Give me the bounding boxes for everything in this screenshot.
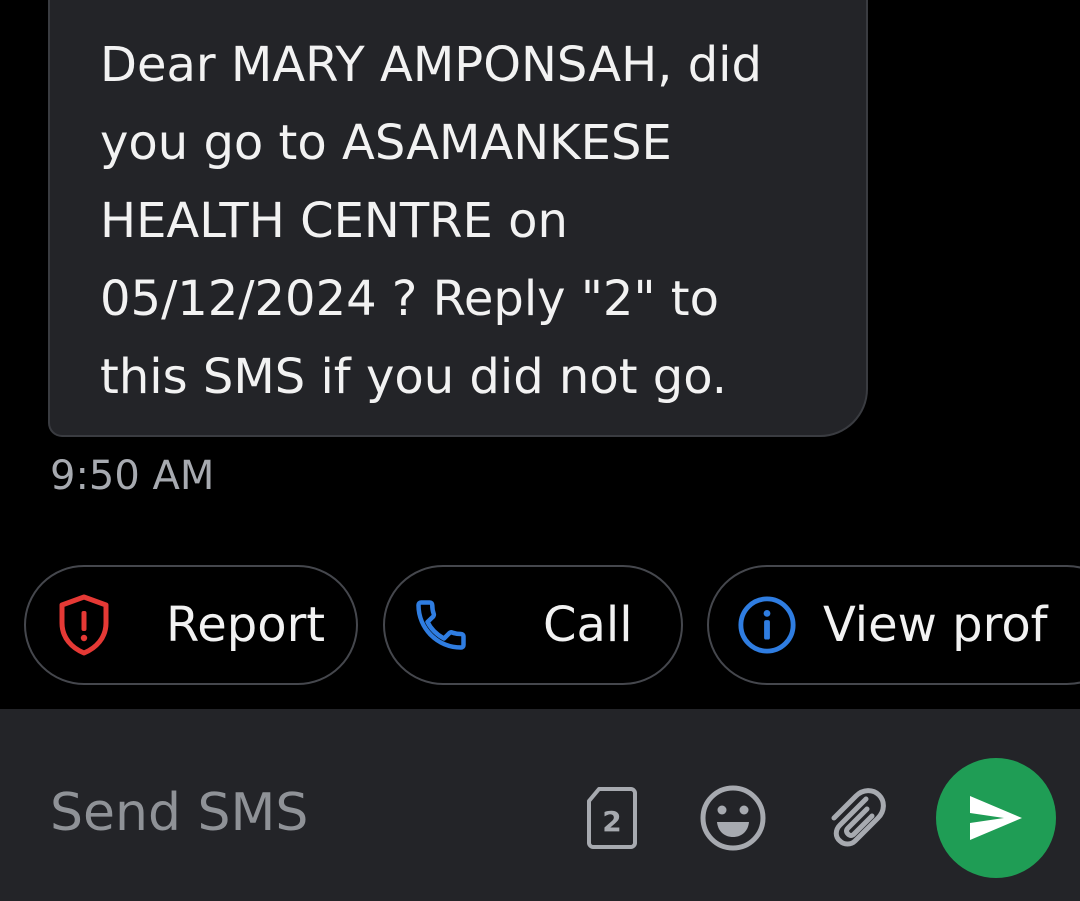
report-label: Report [166,597,326,653]
compose-bar: 2 [0,709,1080,901]
message-input[interactable] [50,781,550,845]
send-icon [970,796,1022,840]
smiley-icon [700,785,766,851]
emoji-button[interactable] [698,783,768,853]
send-button[interactable] [936,758,1056,878]
incoming-message-bubble[interactable]: Dear MARY AMPONSAH, did you go to ASAMAN… [48,0,868,437]
view-profile-button[interactable]: View prof [707,565,1080,685]
sim-selector-button[interactable]: 2 [585,785,639,851]
call-button[interactable]: Call [383,565,683,685]
phone-icon [411,595,471,655]
suggested-actions: Report Call View prof [0,565,1080,685]
sim-card-icon: 2 [587,787,637,849]
call-label: Call [543,597,633,653]
paperclip-icon [831,788,886,847]
message-text: Dear MARY AMPONSAH, did you go to ASAMAN… [100,37,762,405]
messages-screen: Dear MARY AMPONSAH, did you go to ASAMAN… [0,0,1080,901]
shield-alert-icon [54,594,114,656]
report-button[interactable]: Report [24,565,358,685]
view-profile-label: View prof [823,597,1048,653]
message-timestamp: 9:50 AM [50,453,215,499]
attach-button[interactable] [822,783,886,853]
sim-slot-number: 2 [602,805,621,838]
info-icon [737,595,797,655]
